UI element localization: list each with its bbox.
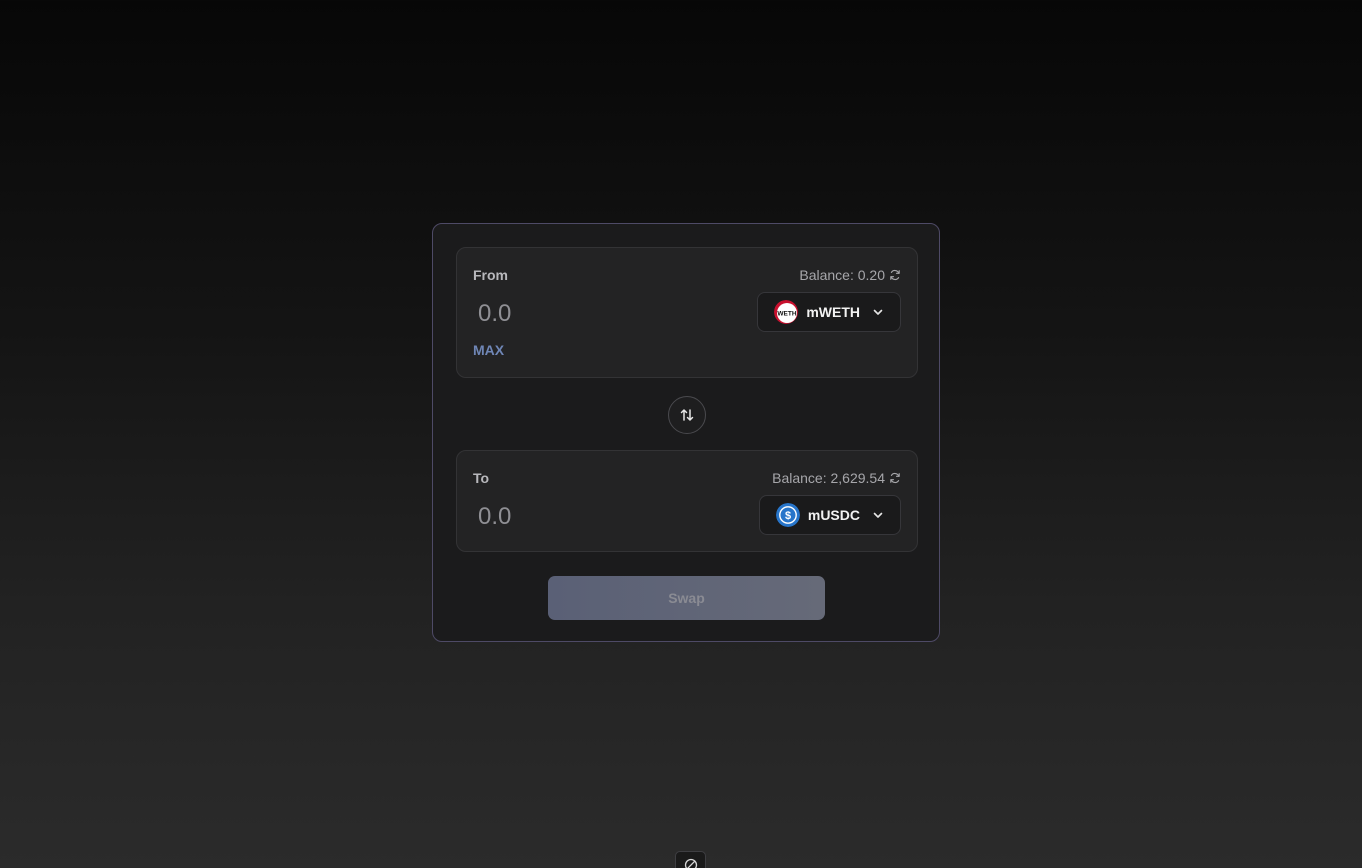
from-panel: From Balance: 0.20 MAX WETH mWETH — [456, 247, 918, 378]
swap-direction-button[interactable] — [668, 396, 706, 434]
swap-card: From Balance: 0.20 MAX WETH mWETH — [432, 223, 940, 642]
to-balance-text: Balance: 2,629.54 — [772, 470, 885, 486]
from-token-select[interactable]: WETH mWETH — [757, 292, 901, 332]
usdc-logo-icon: $ — [775, 503, 800, 527]
to-amount-input[interactable] — [473, 501, 733, 533]
to-balance: Balance: 2,629.54 — [772, 470, 901, 486]
from-token-symbol: mWETH — [806, 304, 860, 320]
max-button[interactable]: MAX — [473, 342, 504, 358]
to-label: To — [473, 470, 490, 486]
swap-arrows-icon — [680, 409, 694, 421]
chevron-down-icon — [873, 309, 883, 315]
refresh-icon[interactable] — [889, 269, 901, 281]
from-amount-input[interactable] — [473, 298, 733, 330]
to-panel: To Balance: 2,629.54 $ mUSDC — [456, 450, 918, 552]
to-token-select[interactable]: $ mUSDC — [758, 495, 901, 535]
to-token-symbol: mUSDC — [807, 507, 860, 523]
usdc-logo-text: $ — [785, 510, 791, 522]
from-balance-text: Balance: 0.20 — [799, 267, 885, 283]
chevron-down-icon — [873, 512, 883, 518]
from-balance: Balance: 0.20 — [799, 267, 901, 283]
from-label: From — [473, 267, 508, 283]
devtools-widget[interactable] — [675, 851, 706, 868]
no-entry-icon — [684, 858, 697, 868]
swap-button[interactable]: Swap — [548, 576, 825, 620]
weth-logo-icon: WETH — [774, 300, 799, 324]
weth-logo-text: WETH — [778, 311, 797, 318]
refresh-icon[interactable] — [889, 472, 901, 484]
